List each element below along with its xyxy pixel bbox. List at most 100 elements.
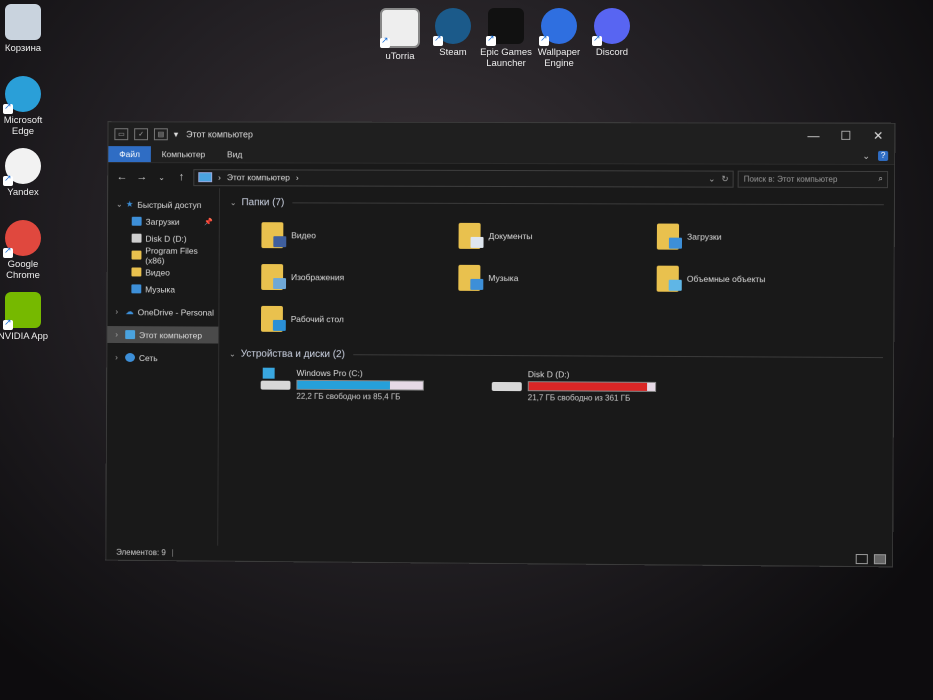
nav-network[interactable]: › Сеть bbox=[107, 349, 218, 367]
folders-section-header[interactable]: ⌄ Папки (7) bbox=[230, 194, 884, 212]
help-icon[interactable]: ? bbox=[878, 150, 889, 161]
drive-usage-bar bbox=[296, 379, 424, 391]
address-dropdown-icon[interactable]: ⌄ bbox=[708, 173, 715, 184]
folder-icon bbox=[261, 222, 287, 249]
utorria-icon bbox=[380, 8, 420, 48]
drives-section-header[interactable]: ⌄ Устройства и диски (2) bbox=[229, 346, 884, 366]
chevron-down-icon[interactable]: ⌄ bbox=[229, 349, 236, 358]
large-icons-view-icon[interactable] bbox=[873, 553, 887, 564]
folder-icon bbox=[261, 264, 287, 291]
recycle-bin-icon bbox=[5, 4, 41, 40]
folder-icon bbox=[131, 216, 142, 226]
folder-item[interactable]: Документы bbox=[458, 215, 657, 258]
properties-icon[interactable]: ✓ bbox=[134, 128, 149, 141]
address-separator-icon: › bbox=[218, 172, 221, 183]
nav-quick-item[interactable]: Видео bbox=[108, 263, 219, 280]
cloud-icon: ☁ bbox=[125, 306, 134, 317]
desktop-shortcut-label: Корзина bbox=[4, 43, 42, 54]
folder-label: Объемные объекты bbox=[686, 273, 766, 285]
breadcrumb-this-pc[interactable]: Этот компьютер bbox=[227, 172, 290, 182]
maximize-button[interactable]: ☐ bbox=[830, 129, 862, 143]
nvidia-icon bbox=[3, 292, 41, 330]
search-icon[interactable]: ⌕ bbox=[878, 174, 883, 184]
chevron-down-icon[interactable]: ⌄ bbox=[230, 198, 237, 207]
folder-label: Видео bbox=[291, 230, 316, 241]
drive-free-space: 22,2 ГБ свободно из 85,4 ГБ bbox=[296, 391, 401, 402]
tab-file[interactable]: Файл bbox=[108, 146, 151, 163]
refresh-icon[interactable]: ↻ bbox=[721, 173, 728, 184]
drive-icon bbox=[491, 369, 524, 392]
steam-icon bbox=[433, 8, 471, 46]
drive-name: Windows Pro (C:) bbox=[296, 367, 363, 379]
title-bar[interactable]: ▭ ✓ ▤ ▾ Этот компьютер — ☐ ✕ bbox=[108, 122, 895, 148]
drive-usage-bar bbox=[527, 381, 657, 392]
desktop-shortcut-2[interactable]: Yandex bbox=[0, 148, 54, 198]
folder-label: Рабочий стол bbox=[290, 314, 344, 325]
drive-item[interactable]: Windows Pro (C:) 22,2 ГБ свободно из 85,… bbox=[260, 367, 456, 402]
folder-icon bbox=[131, 284, 142, 294]
chevron-down-icon[interactable]: ⌄ bbox=[116, 200, 126, 209]
folder-icon bbox=[656, 223, 683, 250]
drive-name: Disk D (D:) bbox=[527, 369, 570, 380]
chevron-right-icon[interactable]: › bbox=[115, 307, 125, 316]
search-placeholder: Поиск в: Этот компьютер bbox=[743, 174, 838, 184]
details-view-icon[interactable] bbox=[855, 553, 868, 564]
folder-icon bbox=[131, 267, 142, 277]
new-folder-icon[interactable]: ▤ bbox=[153, 128, 168, 141]
folder-label: Загрузки bbox=[687, 231, 722, 242]
folder-icon bbox=[260, 305, 286, 332]
up-button[interactable]: ↑ bbox=[173, 171, 189, 183]
folder-icon bbox=[458, 222, 484, 249]
quick-access-toolbar-dropdown-icon[interactable]: ▾ bbox=[174, 129, 179, 140]
address-separator-icon: › bbox=[295, 172, 299, 183]
edge-icon bbox=[3, 76, 41, 114]
nav-onedrive[interactable]: › ☁ OneDrive - Personal bbox=[107, 303, 218, 320]
desktop-shortcut-top-4[interactable]: Discord bbox=[581, 8, 643, 58]
desktop-shortcut-4[interactable]: NVIDIA App bbox=[0, 292, 54, 342]
computer-icon bbox=[125, 330, 136, 340]
folder-label: Документы bbox=[488, 230, 533, 242]
search-input[interactable]: Поиск в: Этот компьютер ⌕ bbox=[737, 170, 889, 188]
wallpaper-engine-icon bbox=[539, 8, 577, 46]
folder-icon bbox=[656, 265, 682, 292]
chevron-right-icon[interactable]: › bbox=[115, 353, 125, 362]
yandex-icon bbox=[3, 148, 41, 186]
folder-item[interactable]: Загрузки bbox=[656, 216, 857, 259]
nav-quick-access[interactable]: ⌄ ★ Быстрый доступ bbox=[108, 196, 219, 213]
drive-item[interactable]: Disk D (D:) 21,7 ГБ свободно из 361 ГБ bbox=[491, 369, 689, 403]
window-title: Этот компьютер bbox=[186, 129, 253, 140]
desktop-shortcut-label: Google Chrome bbox=[6, 259, 40, 281]
close-button[interactable]: ✕ bbox=[862, 129, 894, 143]
nav-quick-item[interactable]: Program Files (x86) bbox=[108, 245, 219, 265]
desktop-shortcut-label: Discord bbox=[595, 47, 629, 58]
folder-item[interactable]: Видео bbox=[261, 214, 458, 257]
folder-item[interactable]: Объемные объекты bbox=[656, 258, 857, 301]
chevron-right-icon[interactable]: › bbox=[115, 330, 125, 339]
folder-item[interactable]: Изображения bbox=[261, 256, 458, 299]
back-button[interactable]: ← bbox=[114, 171, 130, 183]
folder-item[interactable]: Рабочий стол bbox=[260, 298, 458, 341]
folder-item[interactable]: Музыка bbox=[458, 257, 657, 300]
recent-locations-dropdown-icon[interactable]: ⌄ bbox=[154, 173, 170, 182]
nav-quick-item[interactable]: Загрузки 📌 bbox=[108, 213, 219, 230]
ribbon-expand-icon[interactable]: ⌄ bbox=[862, 150, 870, 161]
network-icon bbox=[125, 352, 136, 362]
address-bar[interactable]: › Этот компьютер › ⌄ ↻ bbox=[193, 168, 734, 188]
desktop-shortcut-0[interactable]: Корзина bbox=[0, 4, 54, 54]
desktop-shortcut-1[interactable]: Microsoft Edge bbox=[0, 76, 54, 137]
desktop-shortcut-label: NVIDIA App bbox=[0, 331, 49, 342]
ribbon-tabs: Файл Компьютер Вид ⌄ ? bbox=[108, 146, 895, 166]
minimize-button[interactable]: — bbox=[797, 129, 829, 143]
forward-button[interactable]: → bbox=[134, 171, 150, 183]
chrome-icon bbox=[3, 220, 41, 258]
content-pane: ⌄ Папки (7) Видео Документы Загрузки Изобра… bbox=[218, 188, 894, 551]
desktop-shortcut-label: Microsoft Edge bbox=[3, 115, 43, 137]
computer-icon bbox=[198, 172, 213, 183]
nav-quick-item[interactable]: Музыка bbox=[108, 280, 219, 297]
tab-view[interactable]: Вид bbox=[216, 146, 253, 162]
folder-label: Изображения bbox=[291, 272, 345, 283]
tab-computer[interactable]: Компьютер bbox=[151, 146, 216, 162]
nav-this-pc[interactable]: › Этот компьютер bbox=[107, 326, 219, 344]
desktop-shortcut-3[interactable]: Google Chrome bbox=[0, 220, 54, 281]
computer-icon: ▭ bbox=[114, 128, 129, 141]
